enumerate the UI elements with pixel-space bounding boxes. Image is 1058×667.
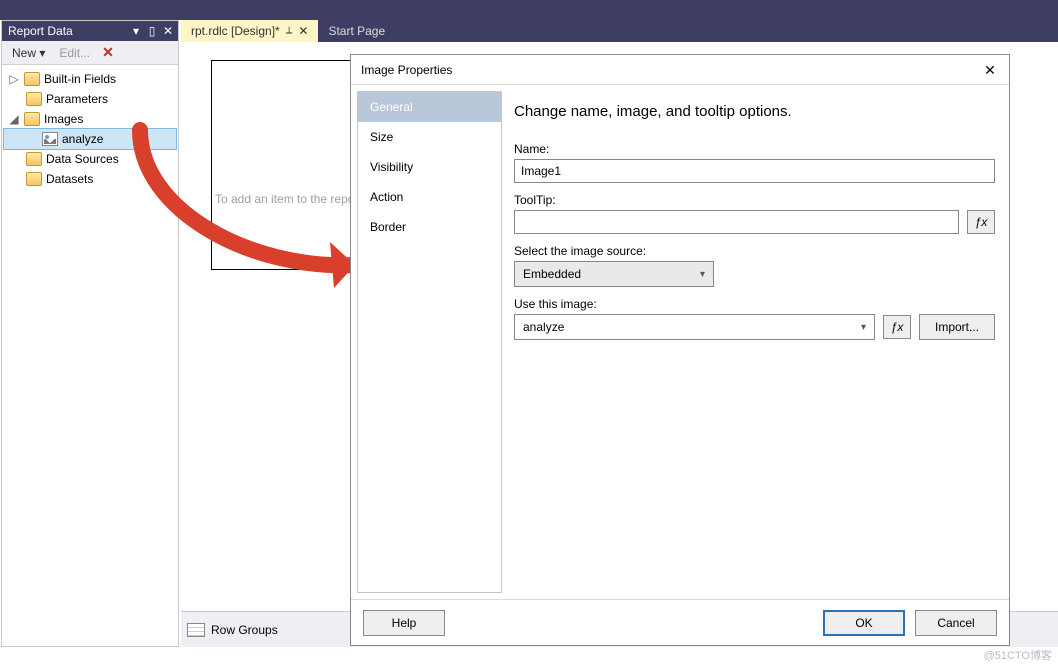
pin-icon[interactable]: ▯	[146, 21, 158, 41]
tree-image-analyze[interactable]: analyze	[4, 129, 176, 149]
dialog-title-bar: Image Properties ✕	[351, 55, 1009, 85]
panel-title-bar: Report Data ▾ ▯ ✕	[2, 21, 178, 41]
use-image-combo[interactable]: analyze▾	[514, 314, 875, 340]
document-tabs: rpt.rdlc [Design]*⟂✕ Start Page	[181, 20, 1058, 42]
credit: @51CTO博客	[984, 647, 1052, 663]
edit-button[interactable]: Edit...	[53, 44, 96, 62]
chevron-down-icon: ▾	[861, 322, 866, 333]
cancel-button[interactable]: Cancel	[915, 610, 997, 636]
useimage-fx-button[interactable]: ƒx	[883, 315, 911, 339]
dialog-close-icon[interactable]: ✕	[979, 59, 1001, 81]
nav-border[interactable]: Border	[358, 212, 501, 242]
name-input[interactable]	[514, 159, 995, 183]
tooltip-label: ToolTip:	[514, 193, 995, 207]
tree-datasets[interactable]: Datasets	[4, 169, 176, 189]
source-label: Select the image source:	[514, 244, 995, 258]
dialog-content: Change name, image, and tooltip options.…	[508, 85, 1009, 599]
chevron-down-icon: ▾	[700, 269, 705, 280]
import-button[interactable]: Import...	[919, 314, 995, 340]
tab-start-page[interactable]: Start Page	[318, 20, 395, 42]
dialog-heading: Change name, image, and tooltip options.	[514, 103, 995, 120]
tab-design[interactable]: rpt.rdlc [Design]*⟂✕	[181, 20, 318, 42]
dialog-footer: Help OK Cancel	[351, 599, 1009, 645]
report-body[interactable]	[211, 60, 351, 270]
useimage-label: Use this image:	[514, 297, 995, 311]
close-panel-icon[interactable]: ✕	[162, 21, 174, 41]
nav-visibility[interactable]: Visibility	[358, 152, 501, 182]
nav-size[interactable]: Size	[358, 122, 501, 152]
new-button[interactable]: New ▾	[6, 44, 51, 62]
tree-builtin-fields[interactable]: ▷Built-in Fields	[4, 69, 176, 89]
nav-general[interactable]: General	[358, 92, 501, 122]
tree-parameters[interactable]: Parameters	[4, 89, 176, 109]
delete-icon[interactable]: ✕	[98, 44, 118, 61]
dialog-title: Image Properties	[361, 63, 452, 77]
image-properties-dialog: Image Properties ✕ General Size Visibili…	[350, 54, 1010, 646]
ok-button[interactable]: OK	[823, 610, 905, 636]
tree: ▷Built-in Fields Parameters ◢Images anal…	[2, 65, 178, 193]
row-groups-icon	[187, 623, 205, 637]
panel-title: Report Data	[8, 24, 73, 38]
canvas-hint: To add an item to the repo	[215, 192, 354, 206]
tree-images[interactable]: ◢Images	[4, 109, 176, 129]
dropdown-icon[interactable]: ▾	[130, 21, 142, 41]
help-button[interactable]: Help	[363, 610, 445, 636]
image-source-select[interactable]: Embedded▾	[514, 261, 714, 287]
tooltip-input[interactable]	[514, 210, 959, 234]
report-data-panel: Report Data ▾ ▯ ✕ New ▾ Edit... ✕ ▷Built…	[1, 20, 179, 647]
name-label: Name:	[514, 142, 995, 156]
panel-toolbar: New ▾ Edit... ✕	[2, 41, 178, 65]
pin-icon[interactable]: ⟂	[286, 20, 293, 42]
close-tab-icon[interactable]: ✕	[298, 20, 308, 42]
nav-action[interactable]: Action	[358, 182, 501, 212]
dialog-nav: General Size Visibility Action Border	[357, 91, 502, 593]
tooltip-fx-button[interactable]: ƒx	[967, 210, 995, 234]
tree-datasources[interactable]: Data Sources	[4, 149, 176, 169]
row-groups-label: Row Groups	[211, 623, 278, 637]
